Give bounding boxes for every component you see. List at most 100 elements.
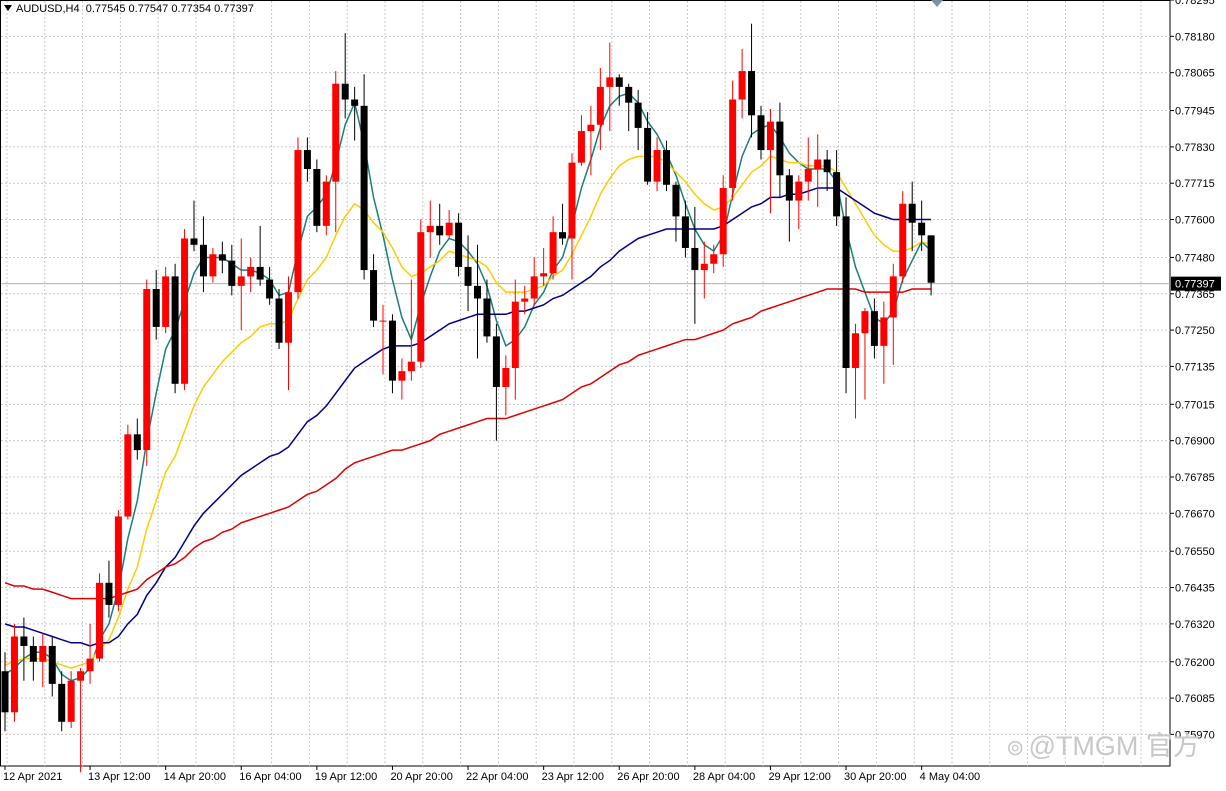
candle-body[interactable] — [889, 276, 897, 318]
candle-body[interactable] — [852, 333, 859, 368]
candle-body[interactable] — [322, 181, 330, 226]
candle-body[interactable] — [483, 298, 491, 337]
candle-body[interactable] — [795, 181, 803, 201]
candle-body[interactable] — [426, 225, 434, 233]
candle-body[interactable] — [644, 127, 652, 182]
candle-body[interactable] — [58, 683, 66, 722]
candle-body[interactable] — [105, 582, 113, 605]
candle-body[interactable] — [360, 105, 368, 271]
candle-body[interactable] — [568, 162, 576, 239]
candle-body[interactable] — [285, 292, 292, 343]
candle-body[interactable] — [549, 232, 557, 274]
candle-body[interactable] — [10, 636, 18, 713]
candle-body[interactable] — [559, 232, 567, 239]
candle-body[interactable] — [823, 159, 831, 173]
candle-body[interactable] — [653, 150, 661, 182]
candle-body[interactable] — [436, 225, 444, 236]
candle-body[interactable] — [77, 671, 85, 681]
candle-body[interactable] — [143, 289, 151, 451]
candle-body[interactable] — [663, 150, 670, 185]
candle-body[interactable] — [776, 121, 784, 176]
candle-body[interactable] — [67, 680, 75, 722]
candle-body[interactable] — [303, 150, 311, 169]
candle-body[interactable] — [39, 645, 47, 662]
candle-body[interactable] — [199, 244, 207, 277]
candle-body[interactable] — [861, 311, 869, 334]
candle-body[interactable] — [785, 175, 793, 201]
candle-body[interactable] — [294, 150, 302, 293]
candle-body[interactable] — [445, 222, 453, 236]
candle-body[interactable] — [455, 222, 463, 267]
candle-body[interactable] — [275, 298, 283, 343]
candle-body[interactable] — [209, 254, 217, 277]
candle-body[interactable] — [237, 276, 245, 286]
candle-body[interactable] — [804, 168, 812, 182]
candle-body[interactable] — [691, 247, 699, 271]
candle-body[interactable] — [124, 434, 132, 517]
candle-body[interactable] — [370, 270, 378, 321]
candle-body[interactable] — [530, 276, 538, 299]
candle-body[interactable] — [606, 77, 614, 87]
candle-body[interactable] — [332, 83, 340, 182]
candle-body[interactable] — [247, 266, 255, 277]
candle-body[interactable] — [625, 86, 633, 103]
candle-body[interactable] — [351, 99, 359, 106]
candle-body[interactable] — [162, 276, 170, 327]
candle-body[interactable] — [908, 203, 916, 223]
candle-body[interactable] — [228, 260, 236, 286]
candle-body[interactable] — [833, 172, 841, 217]
candle-body[interactable] — [181, 238, 189, 384]
candle-body[interactable] — [1, 671, 9, 713]
candle-body[interactable] — [133, 434, 141, 451]
candle-body[interactable] — [313, 168, 321, 226]
candle-body[interactable] — [379, 320, 387, 322]
candle-body[interactable] — [738, 71, 746, 100]
candle-body[interactable] — [899, 203, 907, 277]
candle-body[interactable] — [615, 77, 623, 87]
candle-body[interactable] — [266, 279, 274, 299]
candle-body[interactable] — [388, 320, 396, 381]
candle-body[interactable] — [521, 298, 529, 302]
candle-body[interactable] — [86, 658, 94, 672]
candle-body[interactable] — [842, 216, 850, 368]
candle-body[interactable] — [341, 83, 349, 100]
candle-body[interactable] — [757, 115, 765, 151]
candle-body[interactable] — [256, 266, 264, 280]
candle-body[interactable] — [218, 254, 226, 261]
candle-body[interactable] — [766, 121, 774, 151]
candle-body[interactable] — [502, 367, 510, 387]
chart-canvas[interactable]: 0.78295 0.78180 0.78065 0.77945 0.77830 0.777… — [0, 0, 1226, 786]
candle-body[interactable] — [814, 159, 822, 169]
candle-body[interactable] — [880, 317, 888, 346]
candle-body[interactable] — [190, 238, 198, 245]
candle-body[interactable] — [729, 99, 737, 188]
candle-body[interactable] — [398, 371, 406, 381]
candle-body[interactable] — [927, 235, 935, 283]
candle-body[interactable] — [464, 266, 472, 286]
candle-body[interactable] — [492, 336, 500, 387]
price-chart[interactable]: 0.78295 0.78180 0.78065 0.77945 0.77830 0.777… — [0, 0, 1226, 786]
candle-body[interactable] — [114, 516, 122, 605]
chart-shift-marker-icon[interactable] — [931, 0, 943, 7]
candle-body[interactable] — [511, 301, 519, 368]
candle-body[interactable] — [417, 232, 425, 362]
candle-body[interactable] — [152, 289, 160, 327]
candle-body[interactable] — [596, 86, 604, 125]
dropdown-triangle-icon[interactable] — [4, 5, 12, 11]
candle-body[interactable] — [474, 285, 481, 299]
candle-body[interactable] — [918, 222, 926, 236]
candle-body[interactable] — [748, 71, 756, 116]
candle-body[interactable] — [540, 273, 548, 277]
candle-body[interactable] — [96, 582, 103, 659]
candle-body[interactable] — [587, 124, 595, 132]
candle-body[interactable] — [681, 216, 689, 248]
candle-body[interactable] — [634, 102, 642, 128]
candle-body[interactable] — [672, 184, 680, 217]
candle-body[interactable] — [870, 311, 878, 346]
candle-body[interactable] — [48, 645, 56, 684]
candle-body[interactable] — [171, 276, 179, 384]
candle-body[interactable] — [700, 263, 708, 271]
candle-body[interactable] — [20, 636, 28, 646]
candle-body[interactable] — [710, 254, 718, 264]
candle-body[interactable] — [29, 645, 37, 662]
